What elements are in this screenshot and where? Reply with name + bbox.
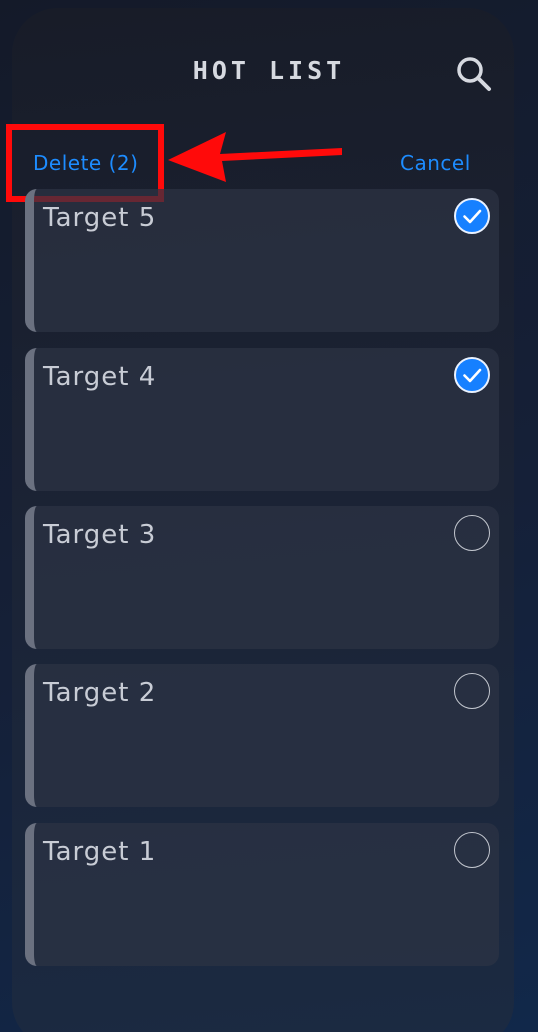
list-item[interactable]: Target 5 xyxy=(25,189,499,332)
checkbox-unchecked-icon[interactable] xyxy=(454,673,490,709)
cancel-button[interactable]: Cancel xyxy=(400,151,471,175)
list-item-label: Target 3 xyxy=(43,520,157,550)
list-item[interactable]: Target 1 xyxy=(25,823,499,966)
list-item-label: Target 5 xyxy=(43,203,157,233)
list-item[interactable]: Target 2 xyxy=(25,664,499,807)
list-item[interactable]: Target 3 xyxy=(25,506,499,649)
list-item-label: Target 2 xyxy=(43,678,157,708)
checkbox-unchecked-icon[interactable] xyxy=(454,832,490,868)
checkbox-checked-icon[interactable] xyxy=(454,357,490,393)
list-item-label: Target 1 xyxy=(43,837,157,867)
checkbox-checked-icon[interactable] xyxy=(454,198,490,234)
checkbox-unchecked-icon[interactable] xyxy=(454,515,490,551)
list-item-label: Target 4 xyxy=(43,362,157,392)
annotation-arrow-icon xyxy=(168,132,342,182)
search-icon[interactable] xyxy=(455,55,493,93)
list-item[interactable]: Target 4 xyxy=(25,348,499,491)
